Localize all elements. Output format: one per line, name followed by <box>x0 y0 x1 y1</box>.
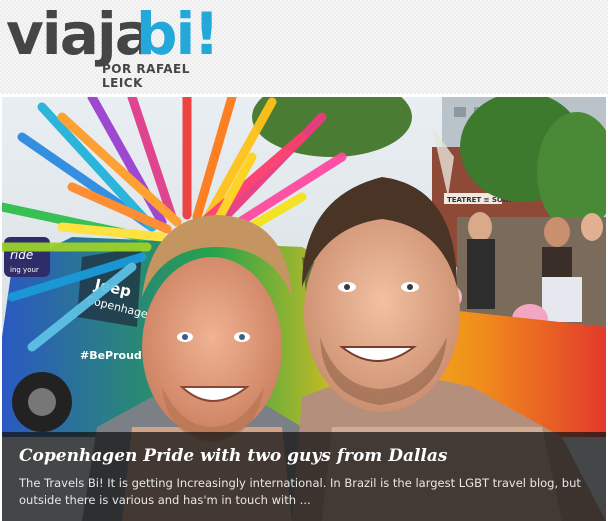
logo-wordmark-accent: bi! <box>136 0 220 68</box>
post-excerpt: The Travels Bi! It is getting Increasing… <box>19 476 581 507</box>
site-header: viaja bi! POR RAFAEL LEICK <box>0 0 608 94</box>
featured-post-card[interactable]: TEATRET ≡ SORT Jeep Copenhagen #BeProud … <box>2 97 606 521</box>
car-hashtag-text: #BeProud <box>80 349 142 362</box>
post-title[interactable]: Copenhagen Pride with two guys from Dall… <box>19 445 447 467</box>
post-caption: Copenhagen Pride with two guys from Dall… <box>2 432 606 521</box>
logo-wordmark: viaja <box>6 0 154 68</box>
site-logo[interactable]: viaja bi! POR RAFAEL LEICK <box>6 0 221 90</box>
car-small-text: ing your <box>10 266 39 274</box>
logo-tagline: POR RAFAEL LEICK <box>102 62 190 90</box>
